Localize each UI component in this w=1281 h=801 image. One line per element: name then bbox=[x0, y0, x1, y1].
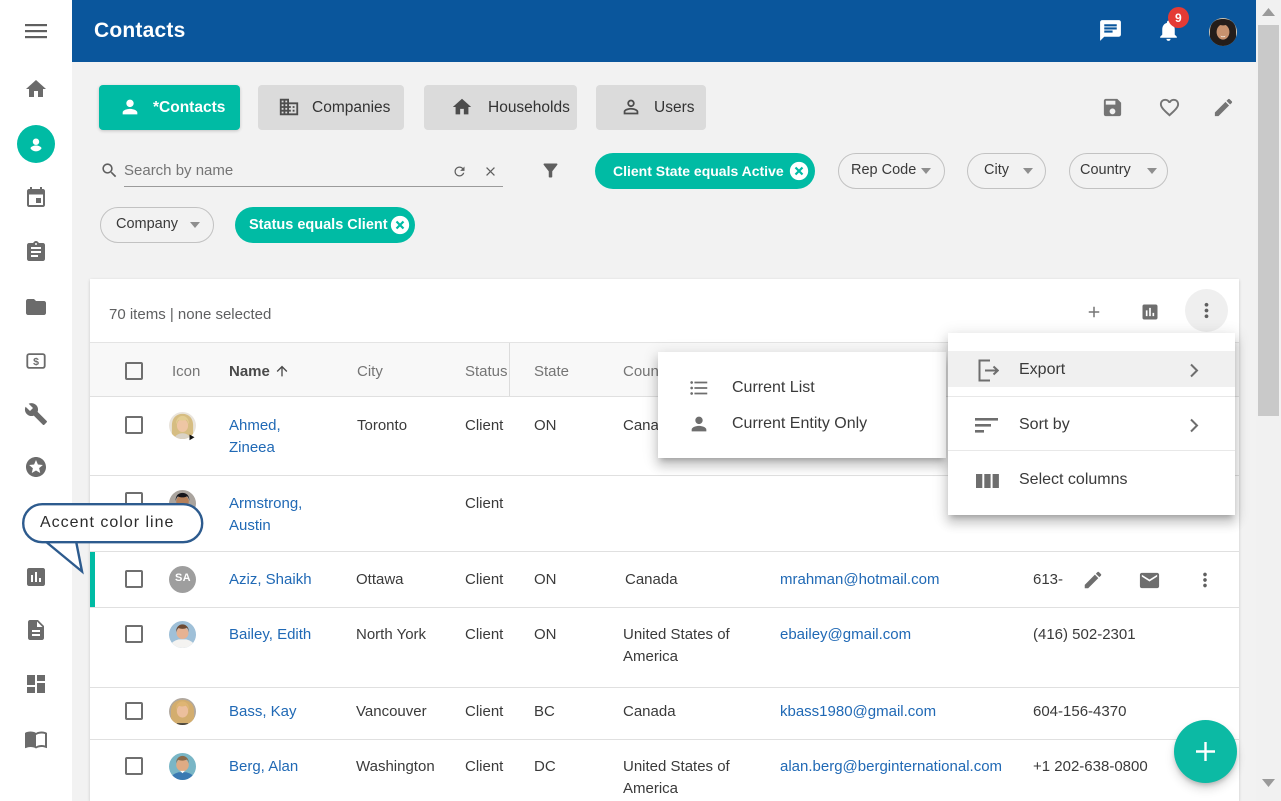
svg-text:$: $ bbox=[33, 356, 39, 368]
